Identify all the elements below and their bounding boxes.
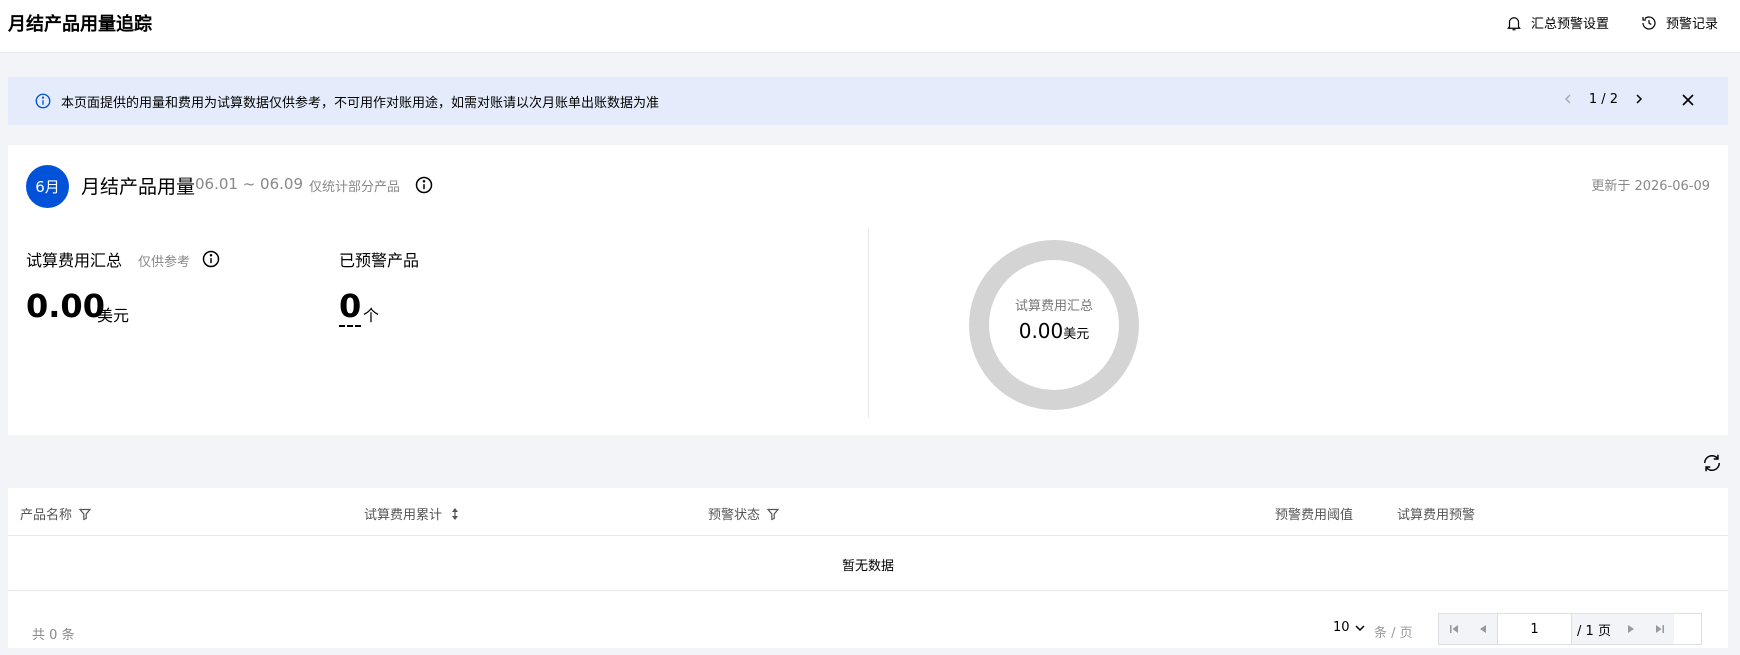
sort-icon[interactable] xyxy=(448,507,462,521)
prev-page-button[interactable] xyxy=(1468,614,1497,644)
total-count: 共 0 条 xyxy=(32,628,75,643)
notice-pager-text: 1 / 2 xyxy=(1588,91,1618,107)
alerted-label: 已预警产品 xyxy=(339,251,420,270)
updated-time: 更新于 2026-06-09 xyxy=(1591,179,1710,194)
info-icon[interactable] xyxy=(201,249,221,269)
product-table: 产品名称 试算费用累计 预警状态 预警费用阈值 试算费用预警 暂无数据 共 0 … xyxy=(8,488,1728,648)
caret-right-icon xyxy=(1627,625,1634,633)
cost-sub-label: 仅供参考 xyxy=(138,255,191,270)
total-pages: / 1 页 xyxy=(1572,614,1616,644)
column-label: 产品名称 xyxy=(20,508,73,523)
column-alert-threshold: 预警费用阈值 xyxy=(1275,504,1353,523)
summary-card: 6月 月结产品用量 06.01 ~ 06.09 仅统计部分产品 更新于 2026… xyxy=(8,145,1728,435)
last-page-icon xyxy=(1655,625,1664,633)
notice-text: 本页面提供的用量和费用为试算数据仅供参考，不可用作对账用途，如需对账请以次月账单… xyxy=(61,96,660,111)
donut-value-number: 0.00 xyxy=(1018,319,1064,343)
notice-banner: 本页面提供的用量和费用为试算数据仅供参考，不可用作对账用途，如需对账请以次月账单… xyxy=(8,77,1728,125)
filter-icon[interactable] xyxy=(766,507,780,521)
page-size-unit: 条 / 页 xyxy=(1374,626,1413,641)
caret-left-icon xyxy=(1479,625,1486,633)
info-icon[interactable] xyxy=(414,175,434,195)
column-product-name: 产品名称 xyxy=(20,504,92,523)
alerted-unit: 个 xyxy=(363,306,380,325)
column-label: 预警状态 xyxy=(708,508,761,523)
alerted-value-wrap: 0 xyxy=(339,287,362,327)
next-page-button[interactable] xyxy=(1616,614,1645,644)
last-page-button[interactable] xyxy=(1645,614,1674,644)
empty-text: 暂无数据 xyxy=(841,559,894,574)
alert-settings-label: 汇总预警设置 xyxy=(1531,17,1610,32)
page-number-input[interactable] xyxy=(1497,614,1572,644)
cost-label: 试算费用汇总 xyxy=(26,251,123,270)
info-icon xyxy=(35,93,51,109)
summary-note: 仅统计部分产品 xyxy=(309,180,401,195)
notice-prev-button[interactable] xyxy=(1559,90,1577,108)
top-bar: 月结产品用量追踪 汇总预警设置 预警记录 xyxy=(0,0,1740,53)
donut-value: 0.00美元 xyxy=(966,319,1142,343)
refresh-icon[interactable] xyxy=(1701,452,1723,474)
chevron-right-icon xyxy=(1636,94,1643,104)
column-cost-total: 试算费用累计 xyxy=(364,504,462,523)
history-icon xyxy=(1642,15,1656,30)
empty-row: 暂无数据 xyxy=(8,536,1728,591)
column-label: 预警费用阈值 xyxy=(1275,508,1354,523)
column-alert-status: 预警状态 xyxy=(708,504,780,523)
divider xyxy=(868,228,869,418)
first-page-icon xyxy=(1449,625,1458,633)
first-page-button[interactable] xyxy=(1439,614,1468,644)
column-cost-alert: 试算费用预警 xyxy=(1397,504,1475,523)
month-badge: 6月 xyxy=(26,165,69,208)
table-header: 产品名称 试算费用累计 预警状态 预警费用阈值 试算费用预警 xyxy=(8,488,1728,536)
bell-icon xyxy=(1507,16,1521,30)
cost-value: 0.00 xyxy=(26,287,105,325)
alerted-value[interactable]: 0 xyxy=(339,287,362,327)
chevron-down-icon xyxy=(1355,624,1365,631)
page-size-select[interactable]: 10 xyxy=(1333,620,1366,635)
column-label: 试算费用预警 xyxy=(1397,508,1476,523)
close-icon[interactable] xyxy=(1678,90,1698,110)
date-range: 06.01 ~ 06.09 xyxy=(195,175,303,193)
chevron-left-icon xyxy=(1564,94,1571,104)
notice-pager: 1 / 2 xyxy=(1559,90,1648,108)
donut-label: 试算费用汇总 xyxy=(1014,299,1093,314)
alert-records-label: 预警记录 xyxy=(1666,17,1719,32)
donut-value-unit: 美元 xyxy=(1063,327,1090,342)
page-title: 月结产品用量追踪 xyxy=(8,14,152,35)
filter-icon[interactable] xyxy=(78,507,92,521)
page-size-value: 10 xyxy=(1333,620,1350,635)
pagination: / 1 页 xyxy=(1438,613,1702,645)
cost-unit: 美元 xyxy=(97,306,130,325)
alert-records-button[interactable]: 预警记录 xyxy=(1640,13,1718,32)
column-label: 试算费用累计 xyxy=(364,508,443,523)
alert-settings-button[interactable]: 汇总预警设置 xyxy=(1505,13,1609,32)
notice-next-button[interactable] xyxy=(1630,90,1648,108)
summary-title: 月结产品用量 xyxy=(81,176,196,198)
